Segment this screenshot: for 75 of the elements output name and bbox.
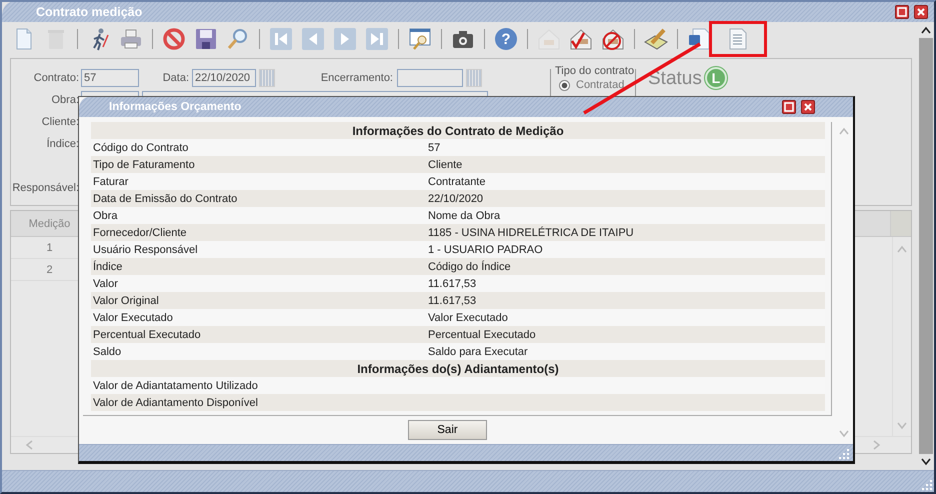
table-cell-text: Valor de Adiantamento Disponível <box>92 396 259 408</box>
printer-icon[interactable] <box>119 27 143 51</box>
table-cell-text: Valor de Adiantatamento Utilizado <box>92 380 259 392</box>
radio-label: Contratad <box>576 79 624 91</box>
calendar-icon[interactable] <box>466 69 482 87</box>
scroll-thumb[interactable] <box>919 38 933 454</box>
resize-grip-icon[interactable] <box>922 480 932 490</box>
table-cell-text: 1 - USUARIO PADRAO <box>428 244 544 256</box>
calendar-icon[interactable] <box>259 69 275 87</box>
next-icon[interactable] <box>333 27 357 51</box>
table-cell-text: Faturar <box>92 176 130 188</box>
prohibited-icon[interactable] <box>162 27 186 51</box>
table-cell-text: Valor Executado <box>428 312 509 324</box>
table-cell-text: Índice <box>92 260 124 272</box>
table-cell-text: 11.617,53 <box>428 278 478 290</box>
field-label: Índice: <box>46 138 80 150</box>
window-title: Contrato medição <box>36 5 142 19</box>
resize-grip-icon[interactable] <box>839 449 849 459</box>
table-cell-text: Contratante <box>428 176 486 188</box>
section-heading: Informações do Contrato de Medição <box>352 124 564 138</box>
pencil-paper-icon[interactable] <box>644 27 668 51</box>
close-icon[interactable] <box>801 100 815 114</box>
table-cell-text: Percentual Executado <box>428 328 537 340</box>
table-cell-text: Nome da Obra <box>428 210 502 222</box>
table-cell-text: Valor Original <box>92 294 160 306</box>
date-field[interactable]: 22/10/2020 <box>192 69 256 87</box>
field-label: Obra: <box>50 94 80 106</box>
field-label: Contrato: <box>32 72 80 84</box>
exit-button[interactable]: Sair <box>408 420 487 440</box>
document-icon[interactable] <box>687 27 711 51</box>
column-header[interactable] <box>890 211 911 236</box>
chevron-right-icon[interactable] <box>873 440 881 450</box>
table-cell-text: Usuário Responsável <box>92 244 199 256</box>
status-badge: L <box>704 67 727 89</box>
table-cell-text: Cliente <box>428 158 464 170</box>
table-cell-text: Saldo <box>92 346 122 358</box>
maximize-icon[interactable] <box>782 100 796 114</box>
table-cell-text: Saldo para Executar <box>428 346 529 358</box>
window-search-icon[interactable] <box>408 27 432 51</box>
first-icon[interactable] <box>269 27 293 51</box>
table-cell-text: Código do Índice <box>428 260 512 272</box>
end-date-field[interactable] <box>397 69 463 87</box>
field-label: Encerramento: <box>320 72 394 84</box>
maximize-icon[interactable] <box>895 5 909 19</box>
section-heading: Informações do(s) Adiantamento(s) <box>357 362 559 376</box>
previous-icon[interactable] <box>301 27 325 51</box>
chevron-up-icon[interactable] <box>921 26 931 34</box>
table-cell-text: Código do Contrato <box>92 142 190 154</box>
save-icon[interactable] <box>194 27 218 51</box>
table-cell-text: Percentual Executado <box>92 328 202 340</box>
dialog-title: Informações Orçamento <box>109 101 242 113</box>
table-cell-text: Obra <box>92 210 118 222</box>
contract-field[interactable]: 57 <box>81 69 139 87</box>
chevron-down-icon[interactable] <box>921 458 931 466</box>
table-cell-text: Fornecedor/Cliente <box>92 226 188 238</box>
table-cell-text: Data de Emissão do Contrato <box>92 192 238 204</box>
group-label: Tipo do contrato <box>554 65 635 77</box>
table-cell-text: Valor <box>92 278 119 290</box>
radio-button[interactable] <box>559 80 570 90</box>
field-label: Responsável: <box>11 182 80 194</box>
house-prohibited-icon[interactable] <box>601 27 625 51</box>
close-icon[interactable] <box>914 5 928 19</box>
table-cell-text: 1185 - USINA HIDRELÉTRICA DE ITAIPU <box>428 226 635 238</box>
table-cell-text: 57 <box>428 142 442 154</box>
last-icon[interactable] <box>365 27 389 51</box>
search-icon[interactable] <box>226 27 250 51</box>
table-cell-text: 11.617,53 <box>428 294 478 306</box>
field-label: Data: <box>162 72 190 84</box>
table-cell-text: Tipo de Faturamento <box>92 158 196 170</box>
chevron-left-icon[interactable] <box>25 440 33 450</box>
table-cell-text: 22/10/2020 <box>428 192 484 204</box>
field-label: Cliente: <box>40 116 80 128</box>
house-check-icon[interactable] <box>569 27 593 51</box>
help-icon[interactable]: ? <box>494 27 518 51</box>
table-cell-text: Valor Executado <box>92 312 174 324</box>
